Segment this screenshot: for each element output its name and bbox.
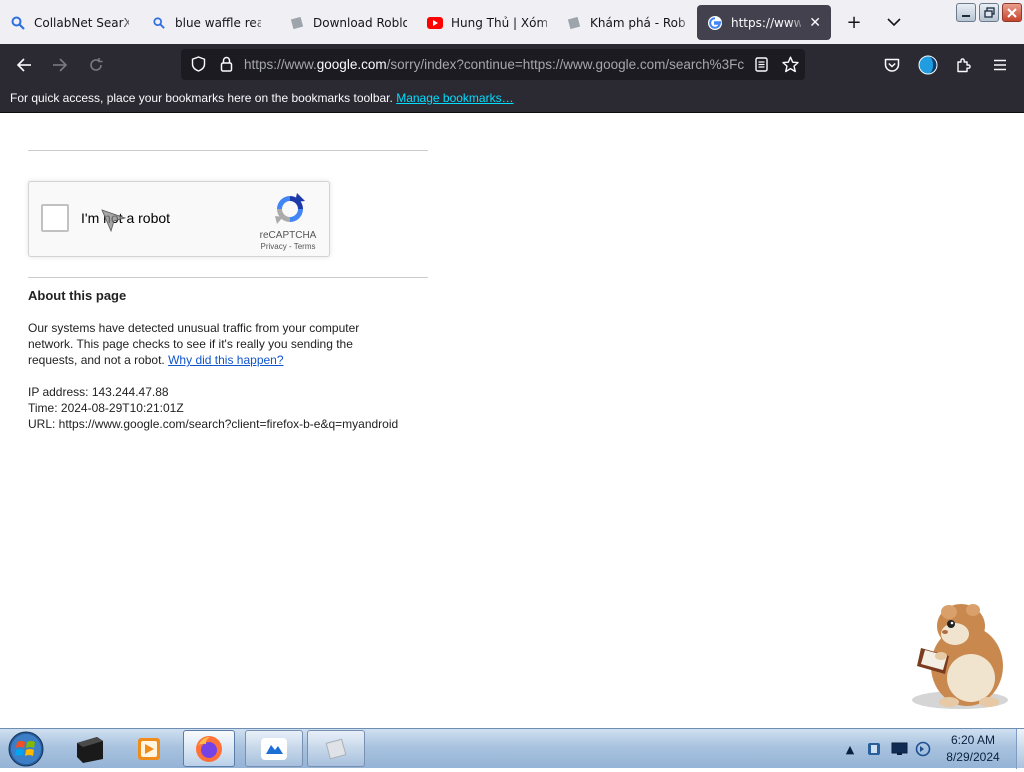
taskbar-app-firefox[interactable]	[183, 730, 235, 767]
recaptcha-brand: reCAPTCHA	[259, 230, 317, 241]
reader-view-icon[interactable]	[752, 55, 770, 73]
ip-address-text: IP address: 143.244.47.88	[28, 385, 169, 399]
url-host: google.com	[316, 57, 387, 72]
hamster-mascot-image	[912, 604, 1008, 709]
list-all-tabs-button[interactable]	[882, 10, 906, 34]
taskbar: ▲ 6:20 AM 8/29/2024	[0, 728, 1024, 769]
extensions-button[interactable]	[951, 52, 977, 78]
tab-label: Hung Thủ | Xóm Đ	[451, 15, 547, 30]
tab-label: blue waffle real disease	[175, 15, 261, 30]
taskbar-app-roblox[interactable]	[307, 730, 365, 767]
url-scheme: https://www.	[244, 57, 317, 72]
why-did-this-happen-link[interactable]: Why did this happen?	[168, 353, 283, 367]
tray-display-icon[interactable]	[889, 729, 909, 769]
tab-strip: CollabNet SearXNG blue waffle real disea…	[0, 0, 1024, 44]
roblox-icon	[289, 15, 305, 31]
forward-button[interactable]	[47, 52, 73, 78]
tab-download-roblox[interactable]: Download Roblox	[279, 5, 417, 40]
tab-label: Download Roblox	[313, 15, 407, 30]
reload-icon	[90, 58, 103, 71]
about-page-description: Our systems have detected unusual traffi…	[28, 320, 400, 368]
recaptcha-privacy-terms-links[interactable]: Privacy - Terms	[253, 242, 323, 251]
clock-time: 6:20 AM	[950, 733, 996, 747]
tab-google-active[interactable]: https://www.google.com ✕	[697, 5, 831, 40]
arrow-left-icon	[16, 58, 31, 72]
roblox-icon	[325, 738, 347, 759]
media-player-icon	[138, 737, 160, 760]
search-icon	[10, 15, 26, 31]
tab-label: CollabNet SearXNG	[34, 15, 129, 30]
url-path: /sorry/index?continue=https://www.google…	[386, 57, 744, 72]
minimize-window-button[interactable]	[956, 3, 976, 22]
taskbar-app-cloud[interactable]	[245, 730, 303, 767]
app-menu-button[interactable]	[987, 52, 1013, 78]
restore-icon	[983, 7, 995, 18]
terminal-icon	[77, 736, 103, 763]
url-text[interactable]: https://www.google.com/sorry/index?conti…	[244, 49, 744, 80]
tab-collabnet-searxng[interactable]: CollabNet SearXNG	[0, 5, 139, 40]
restore-window-button[interactable]	[979, 3, 999, 22]
show-hidden-icons-button[interactable]: ▲	[843, 729, 857, 769]
recaptcha-logo-icon	[275, 193, 305, 224]
show-desktop-button[interactable]	[1016, 729, 1024, 769]
tray-network-app-icon[interactable]	[864, 729, 884, 769]
close-window-button[interactable]	[1002, 3, 1022, 22]
bookmarks-toolbar: For quick access, place your bookmarks h…	[0, 85, 1024, 113]
taskbar-app-terminal[interactable]	[64, 730, 114, 767]
taskbar-app-media-player[interactable]	[124, 730, 174, 767]
arrow-right-icon	[53, 58, 68, 72]
tracking-protection-shield-icon[interactable]	[189, 55, 207, 73]
tab-kham-pha-roblox[interactable]: Khám phá - Roblox	[556, 5, 695, 40]
tab-hung-thu[interactable]: Hung Thủ | Xóm Đ	[417, 5, 557, 40]
recaptcha-checkbox[interactable]	[41, 204, 69, 232]
divider	[28, 277, 428, 278]
manage-bookmarks-link[interactable]: Manage bookmarks…	[396, 91, 513, 105]
pocket-icon	[884, 58, 900, 72]
cloud-app-icon	[261, 737, 287, 760]
reload-button[interactable]	[83, 52, 109, 78]
minimize-icon	[962, 14, 970, 17]
roblox-icon	[566, 15, 582, 31]
blocked-url-text: URL: https://www.google.com/search?clien…	[28, 417, 399, 431]
search-icon	[151, 15, 167, 31]
close-tab-icon[interactable]: ✕	[809, 15, 821, 31]
firefox-icon	[196, 735, 222, 762]
start-button[interactable]	[6, 730, 46, 768]
puzzle-icon	[957, 58, 971, 73]
youtube-icon	[427, 15, 443, 31]
back-button[interactable]	[11, 52, 37, 78]
google-icon	[707, 15, 723, 31]
timestamp-text: Time: 2024-08-29T10:21:01Z	[28, 401, 184, 415]
divider	[28, 150, 428, 151]
close-icon	[1007, 7, 1017, 18]
account-button[interactable]	[915, 52, 941, 78]
bookmarks-hint-text: For quick access, place your bookmarks h…	[10, 91, 393, 105]
lock-icon[interactable]	[217, 55, 235, 73]
new-tab-button[interactable]: +	[842, 10, 866, 34]
page-content: I'm not a robot reCAPTCHA Privacy - Term…	[0, 113, 1024, 728]
windows-start-orb-icon	[8, 731, 44, 767]
about-page-heading: About this page	[28, 288, 127, 303]
tab-label: Khám phá - Roblox	[590, 15, 685, 30]
chevron-down-icon	[887, 17, 901, 26]
account-avatar-icon	[918, 55, 938, 75]
hamburger-menu-icon	[994, 59, 1006, 71]
url-bar[interactable]: https://www.google.com/sorry/index?conti…	[181, 49, 805, 80]
mouse-cursor-icon	[101, 209, 127, 232]
taskbar-clock[interactable]: 6:20 AM 8/29/2024	[930, 732, 1016, 766]
clock-date: 8/29/2024	[946, 750, 1000, 764]
navigation-toolbar: https://www.google.com/sorry/index?conti…	[0, 44, 1024, 85]
pocket-button[interactable]	[879, 52, 905, 78]
bookmark-star-icon[interactable]	[781, 55, 799, 73]
recaptcha-widget: I'm not a robot reCAPTCHA Privacy - Term…	[28, 181, 330, 257]
tab-blue-waffle[interactable]: blue waffle real disease	[141, 5, 271, 40]
